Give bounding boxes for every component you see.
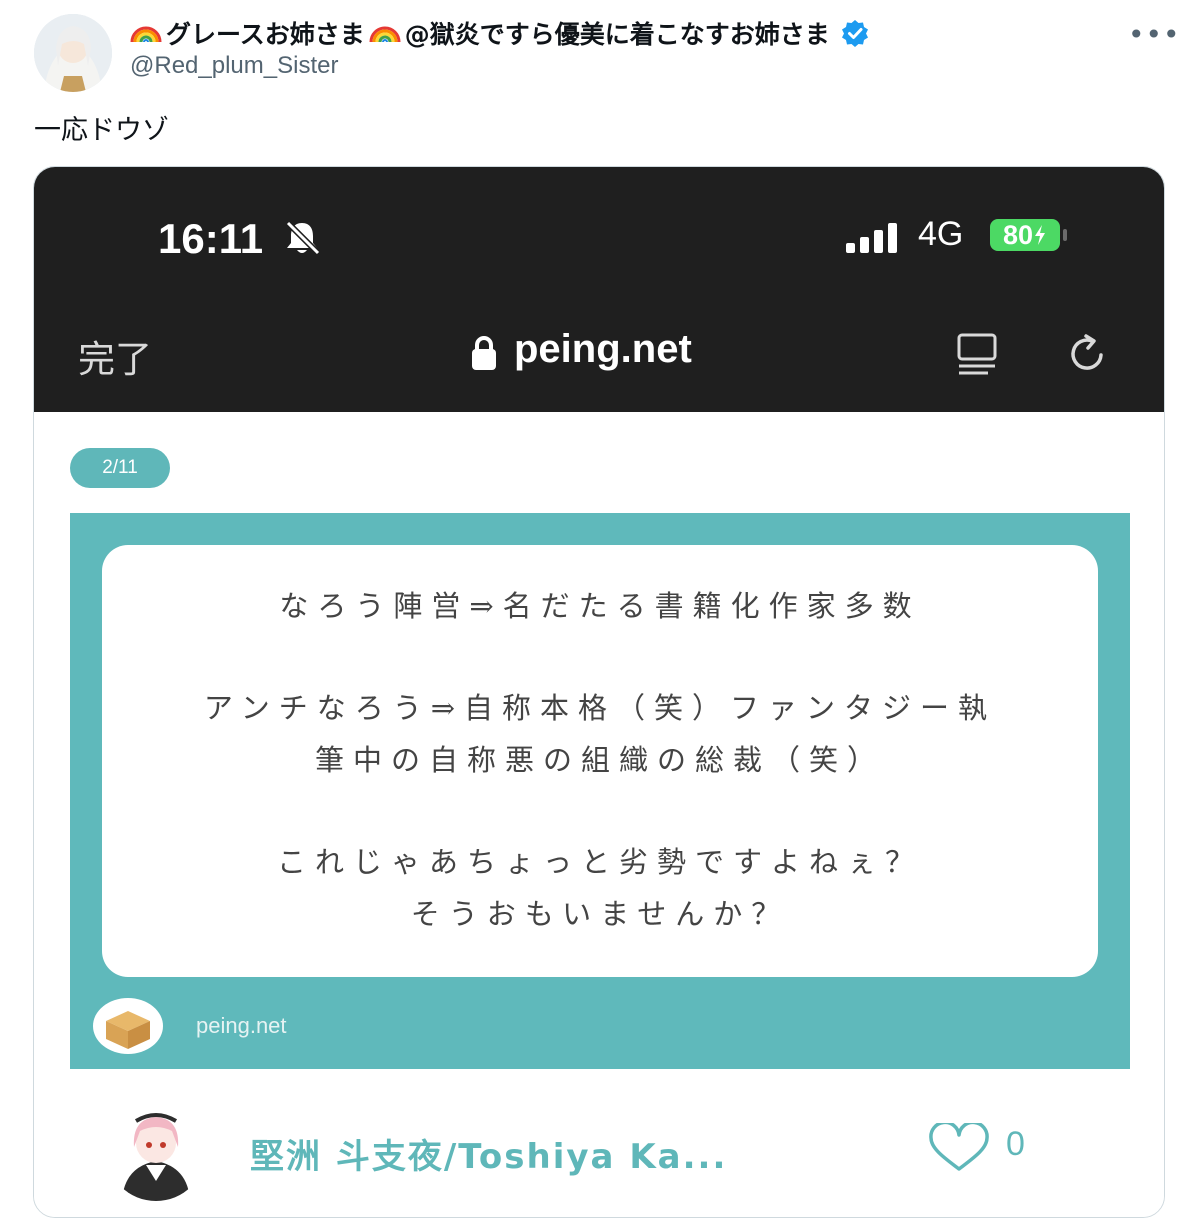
status-time: 16:11 — [158, 215, 264, 262]
display-name-part1: グレースお姉さま — [166, 20, 365, 49]
verified-badge-icon — [841, 20, 868, 47]
page-counter-badge: 2/11 — [70, 448, 170, 488]
answerer-avatar[interactable] — [106, 1101, 206, 1201]
heart-icon[interactable] — [926, 1123, 992, 1173]
question-line: そうおもいませんか？ — [410, 897, 790, 931]
charging-bolt-icon — [1035, 225, 1046, 245]
answerer-name[interactable]: 堅洲 斗支夜/Toshiya Ka... — [250, 1129, 727, 1178]
bell-slash-icon — [285, 220, 321, 256]
address-bar-url[interactable]: peing.net — [514, 327, 692, 372]
reader-view-icon[interactable] — [954, 331, 1000, 377]
done-button[interactable]: 完了 — [78, 329, 152, 383]
peing-brand-label: peing.net — [196, 1013, 287, 1038]
peing-box-logo-icon — [93, 998, 163, 1054]
rainbow-icon — [130, 26, 162, 43]
tweet-media-image[interactable]: 16:11 4G 80 完了 peing.net 2/11 なろう陣営⇒名だたる… — [33, 166, 1165, 1218]
network-type: 4G — [918, 215, 964, 253]
cellular-signal-icon — [846, 223, 897, 253]
tweet-text: 一応ドウゾ — [34, 115, 169, 146]
reload-icon[interactable] — [1064, 331, 1110, 377]
battery-level: 80 — [1002, 219, 1034, 250]
like-count: 0 — [1006, 1125, 1025, 1163]
question-line: なろう陣営⇒名だたる書籍化作家多数 — [279, 589, 921, 623]
question-line: 筆中の自称悪の組織の総裁（笑） — [314, 743, 885, 777]
user-avatar[interactable] — [34, 14, 112, 92]
display-name-part2: @獄炎ですら優美に着こなすお姉さま — [404, 20, 830, 49]
question-line: アンチなろう⇒自称本格（笑）ファンタジー執 — [203, 691, 997, 725]
more-options-icon[interactable]: ••• — [1128, 18, 1181, 51]
lock-icon — [472, 336, 496, 370]
user-handle[interactable]: @Red_plum_Sister — [130, 52, 338, 80]
question-line: これじゃあちょっと劣勢ですよねぇ？ — [276, 845, 923, 879]
rainbow-icon — [369, 26, 401, 43]
question-panel: なろう陣営⇒名だたる書籍化作家多数 アンチなろう⇒自称本格（笑）ファンタジー執 … — [102, 545, 1098, 977]
battery-cap — [1063, 229, 1067, 241]
display-name[interactable]: グレースお姉さま @獄炎ですら優美に着こなすお姉さま — [130, 15, 870, 51]
battery-indicator: 80 — [990, 219, 1060, 251]
